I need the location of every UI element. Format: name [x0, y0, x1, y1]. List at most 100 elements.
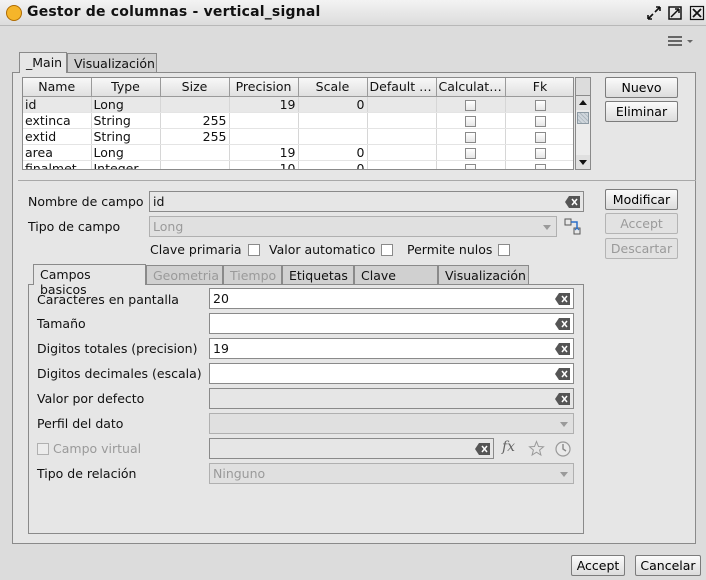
fk-checkbox[interactable] — [534, 99, 546, 111]
close-icon[interactable] — [689, 5, 705, 21]
clock-icon[interactable] — [554, 440, 572, 458]
column-header[interactable]: Name — [23, 78, 92, 97]
fk-checkbox[interactable] — [534, 147, 546, 159]
clave-primaria-checkbox[interactable] — [247, 244, 260, 256]
cell-scale: 0 — [298, 96, 368, 113]
cell-type: String — [91, 128, 161, 145]
chevron-down-icon — [560, 422, 568, 427]
title-bar: Gestor de columnas - vertical_signal — [0, 0, 706, 26]
menu-icon[interactable] — [666, 34, 696, 48]
cell-type: Long — [91, 96, 161, 113]
cell-name: area — [23, 144, 92, 161]
table-row[interactable]: extinca String 255 — [23, 112, 573, 129]
permite-nulos-label[interactable]: Permite nulos — [407, 242, 511, 257]
scrollbar-corner — [575, 77, 591, 95]
column-header[interactable]: Calculated — [436, 78, 506, 97]
clear-icon[interactable] — [555, 318, 570, 330]
table-row[interactable]: finalmet... Integer 10 0 — [23, 160, 573, 169]
app-logo-icon — [6, 5, 22, 21]
column-header[interactable]: Fk — [505, 78, 573, 97]
fk-checkbox[interactable] — [534, 163, 546, 169]
cell-scale — [298, 128, 368, 145]
clear-icon[interactable] — [555, 343, 570, 355]
tab-main[interactable]: _Main — [19, 52, 67, 73]
cell-scale — [298, 112, 368, 129]
nuevo-button[interactable]: Nuevo — [605, 77, 678, 98]
tipo-combo[interactable]: Long — [149, 216, 557, 237]
clear-icon[interactable] — [555, 293, 570, 305]
accept-field-button[interactable]: Accept — [605, 213, 678, 234]
type-editor-icon[interactable] — [563, 217, 583, 237]
accept-button[interactable]: Accept — [571, 555, 625, 576]
modificar-button[interactable]: Modificar — [605, 189, 678, 210]
calculated-checkbox[interactable] — [465, 115, 476, 127]
restore-icon[interactable] — [646, 5, 662, 21]
nombre-field[interactable]: id — [149, 191, 584, 212]
scroll-up-arrow[interactable] — [576, 96, 590, 110]
perfil-combo[interactable] — [209, 413, 574, 434]
separator — [18, 180, 696, 181]
campo-virtual-label[interactable]: Campo virtual — [37, 441, 141, 456]
cell-size — [160, 160, 230, 169]
column-header[interactable]: Precision — [229, 78, 299, 97]
cell-precision — [229, 128, 299, 145]
calculated-checkbox[interactable] — [465, 147, 476, 159]
tab-tiempo[interactable]: Tiempo — [223, 265, 282, 285]
valor-automatico-checkbox[interactable] — [381, 244, 394, 256]
campo-virtual-input[interactable] — [209, 438, 494, 459]
calculated-checkbox[interactable] — [465, 131, 476, 143]
column-header[interactable]: Type — [91, 78, 161, 97]
tab-geometria[interactable]: Geometria — [146, 265, 223, 285]
column-header[interactable]: Size — [160, 78, 230, 97]
tab-clave-ajena[interactable]: Clave ajena — [354, 265, 438, 298]
scroll-down-arrow[interactable] — [576, 155, 590, 169]
descartar-button[interactable]: Descartar — [605, 238, 678, 259]
tipo-relacion-label: Tipo de relación — [37, 466, 137, 481]
fk-checkbox[interactable] — [534, 115, 546, 127]
column-header[interactable]: Default v... — [367, 78, 437, 97]
digitos-totales-input[interactable]: 19 — [209, 338, 574, 359]
clear-icon[interactable] — [475, 443, 490, 455]
eliminar-button[interactable]: Eliminar — [605, 101, 678, 122]
tab-etiquetas[interactable]: Etiquetas — [282, 265, 354, 285]
valor-automatico-label[interactable]: Valor automatico — [269, 242, 394, 257]
tab-visualizacion-sub[interactable]: Visualización — [438, 265, 529, 285]
fk-checkbox[interactable] — [534, 131, 546, 143]
cell-default — [367, 160, 437, 169]
tipo-label: Tipo de campo — [28, 219, 121, 234]
star-icon[interactable] — [528, 440, 545, 457]
tab-visualizacion[interactable]: Visualización — [67, 53, 157, 73]
clear-icon[interactable] — [565, 196, 580, 208]
calculated-checkbox[interactable] — [465, 163, 476, 169]
permite-nulos-checkbox[interactable] — [498, 244, 511, 256]
valor-defecto-label: Valor por defecto — [37, 391, 145, 406]
columns-table[interactable]: Name Type Size Precision Scale Default v… — [22, 77, 574, 170]
table-row[interactable]: id Long 19 0 — [23, 96, 573, 113]
clave-primaria-label[interactable]: Clave primaria — [150, 242, 260, 257]
chevron-down-icon — [543, 225, 551, 230]
digitos-decimales-input[interactable] — [209, 363, 574, 384]
table-row[interactable]: extid String 255 — [23, 128, 573, 145]
table-row[interactable]: area Long 19 0 — [23, 144, 573, 161]
valor-defecto-input[interactable] — [209, 388, 574, 409]
tab-campos-basicos[interactable]: Campos basicos — [33, 264, 146, 297]
tamano-label: Tamaño — [37, 316, 86, 331]
tamano-input[interactable] — [209, 313, 574, 334]
caracteres-input[interactable]: 20 — [209, 288, 574, 309]
cell-name: finalmet... — [23, 160, 92, 169]
campo-virtual-checkbox[interactable] — [37, 443, 49, 455]
column-header[interactable]: Scale — [298, 78, 368, 97]
maximize-icon[interactable] — [667, 5, 683, 21]
cell-scale: 0 — [298, 144, 368, 161]
clear-icon[interactable] — [555, 393, 570, 405]
cell-precision: 10 — [229, 160, 299, 169]
table-scrollbar[interactable] — [575, 95, 591, 170]
calculated-checkbox[interactable] — [465, 99, 476, 111]
fx-icon[interactable]: fx — [502, 439, 515, 455]
clear-icon[interactable] — [555, 368, 570, 380]
tipo-relacion-combo[interactable]: Ninguno — [209, 463, 574, 484]
scroll-thumb[interactable] — [577, 112, 589, 124]
cell-precision: 19 — [229, 144, 299, 161]
chevron-down-icon — [560, 472, 568, 477]
cancelar-button[interactable]: Cancelar — [635, 555, 701, 576]
